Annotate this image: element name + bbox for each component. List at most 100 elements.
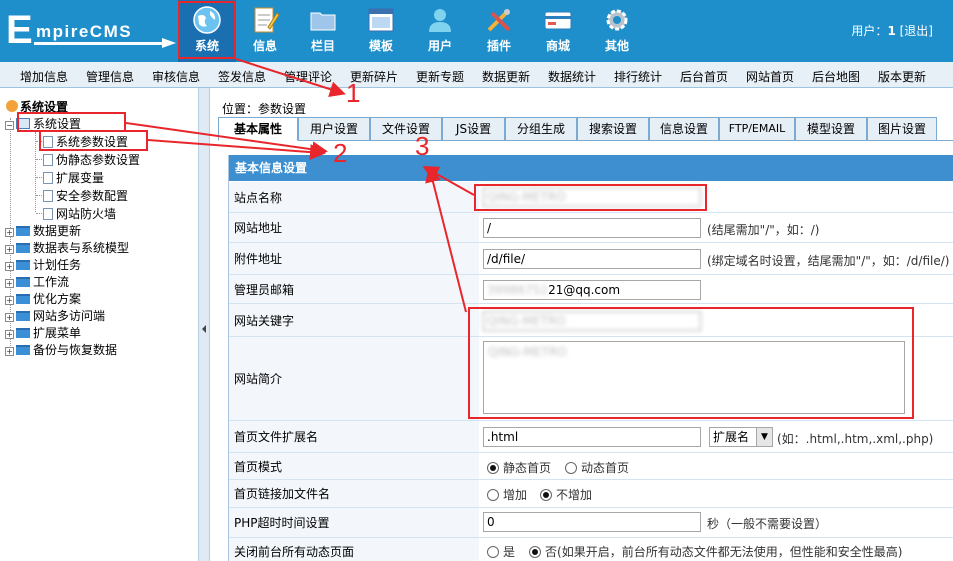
tree-folder-workflow[interactable]: + 工作流 bbox=[5, 273, 69, 290]
chevron-down-icon: ▼ bbox=[756, 428, 772, 446]
menu-issue-info[interactable]: 签发信息 bbox=[218, 68, 266, 85]
nav-other[interactable]: 其他 bbox=[588, 0, 646, 62]
tab-image[interactable]: 图片设置 bbox=[867, 117, 937, 141]
row-attach-url: 附件地址 /d/file/ (绑定域名时设置，结尾需加"/"，如：/d/file… bbox=[229, 243, 953, 275]
row-index-ext: 首页文件扩展名 .html 扩展名 ▼ (如：.html,.htm,.xml,.p… bbox=[229, 421, 953, 453]
tab-ftp-email[interactable]: FTP/EMAIL bbox=[719, 117, 795, 141]
folder-icon bbox=[16, 226, 30, 236]
menu-manage-info[interactable]: 管理信息 bbox=[86, 68, 134, 85]
expand-icon[interactable]: + bbox=[5, 296, 14, 305]
folder-icon bbox=[16, 311, 30, 321]
tree-folder-multi-access[interactable]: + 网站多访问端 bbox=[5, 307, 105, 324]
expand-icon[interactable]: + bbox=[5, 262, 14, 271]
expand-icon[interactable]: + bbox=[5, 313, 14, 322]
nav-user[interactable]: 用户 bbox=[411, 0, 469, 62]
tab-group-gen[interactable]: 分组生成 bbox=[505, 117, 577, 141]
tab-search[interactable]: 搜索设置 bbox=[577, 117, 649, 141]
radio-close-yes[interactable]: 是 bbox=[487, 543, 515, 560]
radio-icon[interactable] bbox=[529, 546, 541, 558]
php-timeout-input[interactable]: 0 bbox=[483, 512, 701, 532]
collapse-icon[interactable]: − bbox=[5, 121, 14, 130]
radio-icon[interactable] bbox=[487, 546, 499, 558]
admin-email-input[interactable]: 3998675221@qq.com bbox=[483, 280, 701, 300]
folder-icon bbox=[16, 277, 30, 287]
menu-data-update[interactable]: 数据更新 bbox=[482, 68, 530, 85]
tree-item-firewall[interactable]: 网站防火墙 bbox=[43, 205, 116, 222]
radio-close-no[interactable]: 否(如果开启，前台所有动态文件都无法使用，但性能和安全性最高) bbox=[529, 543, 902, 560]
nav-column[interactable]: 栏目 bbox=[294, 0, 352, 62]
radio-dynamic-index[interactable]: 动态首页 bbox=[565, 459, 629, 476]
expand-icon[interactable]: + bbox=[5, 245, 14, 254]
expand-icon[interactable]: + bbox=[5, 347, 14, 356]
card-icon bbox=[544, 11, 572, 30]
menu-manage-comment[interactable]: 管理评论 bbox=[284, 68, 332, 85]
tree-item-ext-vars[interactable]: 扩展变量 bbox=[43, 169, 104, 186]
annotation-box-item bbox=[39, 130, 148, 151]
tree-item-security-params[interactable]: 安全参数配置 bbox=[43, 187, 128, 204]
attach-url-input[interactable]: /d/file/ bbox=[483, 249, 701, 269]
document-icon bbox=[43, 154, 53, 166]
expand-icon[interactable]: + bbox=[5, 330, 14, 339]
tools-icon bbox=[487, 9, 511, 32]
menu-update-topic[interactable]: 更新专题 bbox=[416, 68, 464, 85]
nav-shop[interactable]: 商城 bbox=[529, 0, 587, 62]
radio-add-filename[interactable]: 增加 bbox=[487, 486, 527, 503]
ext-select[interactable]: 扩展名 ▼ bbox=[709, 427, 773, 447]
document-icon bbox=[43, 208, 53, 220]
folder-icon bbox=[310, 12, 336, 31]
menu-data-stats[interactable]: 数据统计 bbox=[548, 68, 596, 85]
menu-admin-home[interactable]: 后台首页 bbox=[680, 68, 728, 85]
tree-folder-data-update[interactable]: + 数据更新 bbox=[5, 222, 81, 239]
folder-icon bbox=[16, 260, 30, 270]
radio-no-filename[interactable]: 不增加 bbox=[540, 486, 592, 503]
tree-folder-ext-menu[interactable]: + 扩展菜单 bbox=[5, 324, 81, 341]
folder-icon bbox=[16, 345, 30, 355]
radio-icon[interactable] bbox=[565, 462, 577, 474]
document-icon bbox=[43, 172, 53, 184]
menu-version-update[interactable]: 版本更新 bbox=[878, 68, 926, 85]
gear-icon bbox=[606, 9, 628, 31]
sidebar-splitter[interactable] bbox=[198, 88, 210, 561]
tree-item-rewrite-params[interactable]: 伪静态参数设置 bbox=[43, 151, 140, 168]
menu-site-home[interactable]: 网站首页 bbox=[746, 68, 794, 85]
radio-icon[interactable] bbox=[487, 462, 499, 474]
expand-icon[interactable]: + bbox=[5, 279, 14, 288]
tab-basic[interactable]: 基本属性 bbox=[218, 117, 298, 141]
tab-model[interactable]: 模型设置 bbox=[795, 117, 867, 141]
tree-folder-data-tables[interactable]: + 数据表与系统模型 bbox=[5, 239, 129, 256]
radio-icon[interactable] bbox=[487, 489, 499, 501]
tree-folder-optimization[interactable]: + 优化方案 bbox=[5, 290, 81, 307]
radio-icon[interactable] bbox=[540, 489, 552, 501]
radio-static-index[interactable]: 静态首页 bbox=[487, 459, 551, 476]
folder-icon bbox=[16, 243, 30, 253]
annotation-box-site-name bbox=[474, 184, 707, 211]
breadcrumb: 位置：参数设置 bbox=[222, 102, 307, 116]
row-index-mode: 首页模式 静态首页 动态首页 bbox=[229, 453, 953, 480]
menu-admin-map[interactable]: 后台地图 bbox=[812, 68, 860, 85]
collapse-arrow-icon[interactable] bbox=[202, 325, 206, 333]
tree-folder-backup[interactable]: + 备份与恢复数据 bbox=[5, 341, 117, 358]
row-site-url: 网站地址 / (结尾需加"/"，如：/) bbox=[229, 213, 953, 243]
row-index-link: 首页链接加文件名 增加 不增加 bbox=[229, 480, 953, 508]
notepad-icon bbox=[254, 7, 280, 33]
tree-folder-scheduled-tasks[interactable]: + 计划任务 bbox=[5, 256, 81, 273]
site-url-input[interactable]: / bbox=[483, 218, 701, 238]
index-ext-input[interactable]: .html bbox=[483, 427, 701, 447]
menu-add-info[interactable]: 增加信息 bbox=[20, 68, 68, 85]
row-close-dynamic: 关闭前台所有动态页面 是 否(如果开启，前台所有动态文件都无法使用，但性能和安全… bbox=[229, 538, 953, 561]
nav-plugin[interactable]: 插件 bbox=[470, 0, 528, 62]
settings-globe-icon bbox=[6, 100, 18, 112]
tab-file[interactable]: 文件设置 bbox=[370, 117, 442, 141]
menu-review-info[interactable]: 审核信息 bbox=[152, 68, 200, 85]
annotation-number-3: 3 bbox=[415, 131, 430, 161]
tab-info[interactable]: 信息设置 bbox=[649, 117, 719, 141]
menu-rank-stats[interactable]: 排行统计 bbox=[614, 68, 662, 85]
user-info: 用户：1 [退出] bbox=[851, 24, 933, 38]
nav-template[interactable]: 模板 bbox=[352, 0, 410, 62]
tab-js[interactable]: JS设置 bbox=[442, 117, 505, 141]
expand-icon[interactable]: + bbox=[5, 228, 14, 237]
nav-info[interactable]: 信息 bbox=[236, 0, 294, 62]
row-php-timeout: PHP超时时间设置 0 秒（一般不需要设置） bbox=[229, 508, 953, 538]
logout-link[interactable]: [退出] bbox=[900, 24, 933, 38]
annotation-box-folder bbox=[17, 112, 126, 132]
